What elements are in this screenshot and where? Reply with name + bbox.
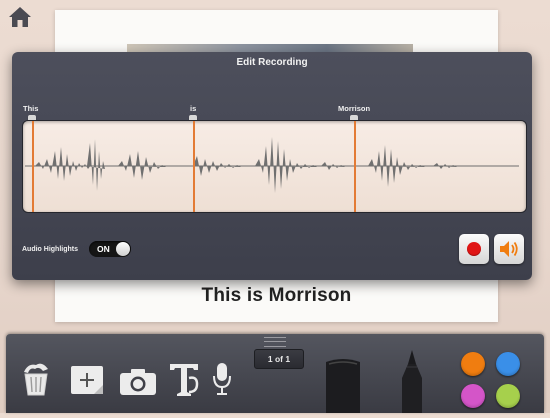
add-note-button[interactable] — [69, 364, 105, 401]
waveform-area[interactable] — [22, 120, 527, 213]
microphone-button[interactable] — [212, 362, 232, 401]
text-tool-button[interactable] — [167, 361, 201, 402]
word-label-this: This — [23, 104, 39, 113]
record-button[interactable] — [459, 234, 489, 264]
waveform — [25, 137, 519, 193]
marker-tool[interactable] — [320, 356, 366, 418]
text-tool-icon — [170, 364, 199, 396]
page-title: This is Morrison — [201, 285, 352, 306]
speaker-icon — [500, 241, 518, 257]
word-marker-is[interactable] — [193, 121, 195, 212]
play-audio-button[interactable] — [494, 234, 524, 264]
pen-icon — [402, 350, 422, 413]
word-marker-morrison[interactable] — [354, 121, 356, 212]
audio-highlights-label: Audio Highlights — [22, 246, 78, 253]
camera-icon — [120, 369, 156, 395]
color-swatch-orange[interactable] — [461, 352, 485, 376]
record-icon — [467, 242, 481, 256]
color-swatch-blue[interactable] — [496, 352, 520, 376]
audio-highlights-toggle[interactable]: ON — [89, 241, 131, 257]
add-note-icon — [71, 366, 103, 394]
bottom-toolbar: 1 of 1 — [6, 334, 544, 413]
home-icon — [9, 7, 31, 27]
color-swatch-pink[interactable] — [461, 384, 485, 408]
toggle-state: ON — [97, 244, 110, 254]
pen-tool[interactable] — [397, 350, 427, 418]
page-counter[interactable]: 1 of 1 — [254, 349, 304, 369]
camera-button[interactable] — [119, 368, 157, 401]
microphone-icon — [213, 363, 231, 395]
word-label-is: is — [190, 104, 197, 113]
toggle-knob — [116, 242, 130, 256]
panel-title: Edit Recording — [236, 57, 308, 68]
trash-button[interactable] — [20, 360, 52, 401]
trash-icon — [24, 363, 48, 396]
word-marker-this[interactable] — [32, 121, 34, 212]
color-swatch-green[interactable] — [496, 384, 520, 408]
word-label-morrison: Morrison — [338, 104, 371, 113]
edit-recording-panel: Edit Recording This is Morrison Audio Hi… — [12, 52, 532, 280]
home-button[interactable] — [8, 6, 32, 28]
marker-icon — [326, 359, 360, 413]
toolbar-grip[interactable] — [264, 337, 286, 347]
